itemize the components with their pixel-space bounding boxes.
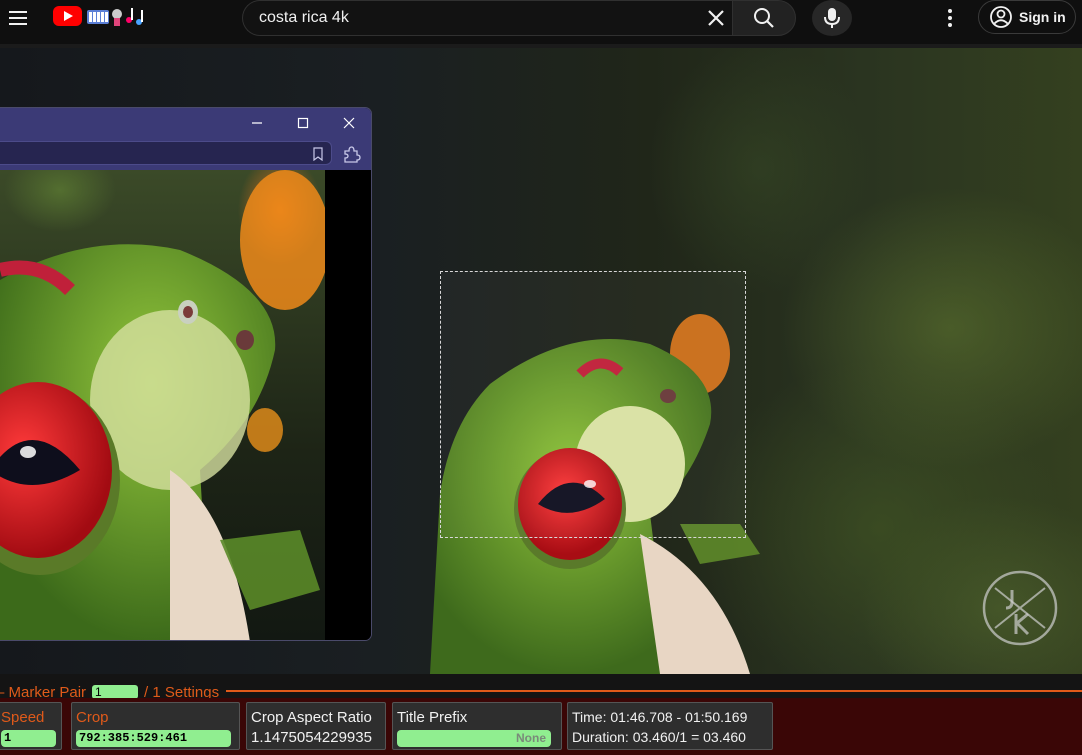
window-close-icon[interactable] <box>338 112 360 134</box>
panel-divider <box>226 690 1082 692</box>
extension-icon[interactable] <box>341 144 361 164</box>
address-field[interactable] <box>0 141 332 165</box>
doodle-icon[interactable] <box>85 4 147 28</box>
marker-pair-input[interactable]: 1 <box>92 685 139 699</box>
window-titlebar[interactable] <box>0 108 371 138</box>
frog-zoomed-image <box>0 170 325 640</box>
crop-rectangle[interactable] <box>440 271 746 538</box>
crop-label: Crop <box>76 709 109 726</box>
search-input[interactable] <box>259 8 699 28</box>
crop-aspect-value: 1.1475054229935 <box>251 729 372 746</box>
crop-input[interactable]: 792:385:529:461 <box>76 730 231 747</box>
more-vert-icon[interactable] <box>938 6 962 30</box>
preview-video[interactable] <box>0 170 325 640</box>
duration: Duration: 03.460/1 = 03.460 <box>572 729 746 745</box>
sign-in-label: Sign in <box>1019 9 1066 25</box>
page: Sign in <box>0 0 1082 755</box>
title-prefix-input[interactable]: None <box>397 730 551 747</box>
crop-aspect-field: Crop Aspect Ratio 1.1475054229935 <box>246 702 386 750</box>
title-prefix-field: Title Prefix None <box>392 702 562 750</box>
masthead: Sign in <box>0 0 1082 44</box>
title-prefix-label: Title Prefix <box>397 709 468 726</box>
mic-icon <box>824 8 840 28</box>
speed-field: Speed 1 <box>0 702 62 750</box>
voice-search-button[interactable] <box>812 0 852 36</box>
crop-aspect-label: Crop Aspect Ratio <box>251 709 372 726</box>
speed-input[interactable]: 1 <box>1 730 56 747</box>
search-button[interactable] <box>732 0 796 36</box>
time-range: Time: 01:46.708 - 01:50.169 <box>572 709 748 725</box>
window-side-strip <box>325 170 371 640</box>
menu-icon[interactable] <box>4 4 32 32</box>
bookmark-icon[interactable] <box>312 147 324 161</box>
time-field: Time: 01:46.708 - 01:50.169 Duration: 03… <box>567 702 773 750</box>
speed-label: Speed <box>1 709 45 726</box>
preview-window[interactable] <box>0 107 372 641</box>
search-icon <box>754 8 774 28</box>
maximize-icon[interactable] <box>292 112 314 134</box>
window-address-bar <box>0 138 371 170</box>
sign-in-button[interactable]: Sign in <box>978 0 1076 34</box>
crop-field: Crop 792:385:529:461 <box>71 702 240 750</box>
close-icon[interactable] <box>704 6 728 30</box>
youtube-logo-icon[interactable] <box>53 6 82 26</box>
channel-watermark-icon[interactable] <box>980 568 1060 648</box>
search-box <box>242 0 732 36</box>
account-circle-icon <box>990 6 1012 28</box>
minimize-icon[interactable] <box>246 112 268 134</box>
